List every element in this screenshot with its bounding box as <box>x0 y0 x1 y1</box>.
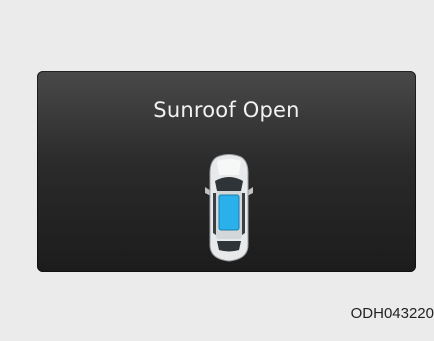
car-top-view-sunroof-open-icon <box>205 154 253 262</box>
cluster-display: Sunroof Open <box>37 71 416 272</box>
figure-code: ODH043220 <box>350 305 434 322</box>
message-title: Sunroof Open <box>153 98 300 122</box>
